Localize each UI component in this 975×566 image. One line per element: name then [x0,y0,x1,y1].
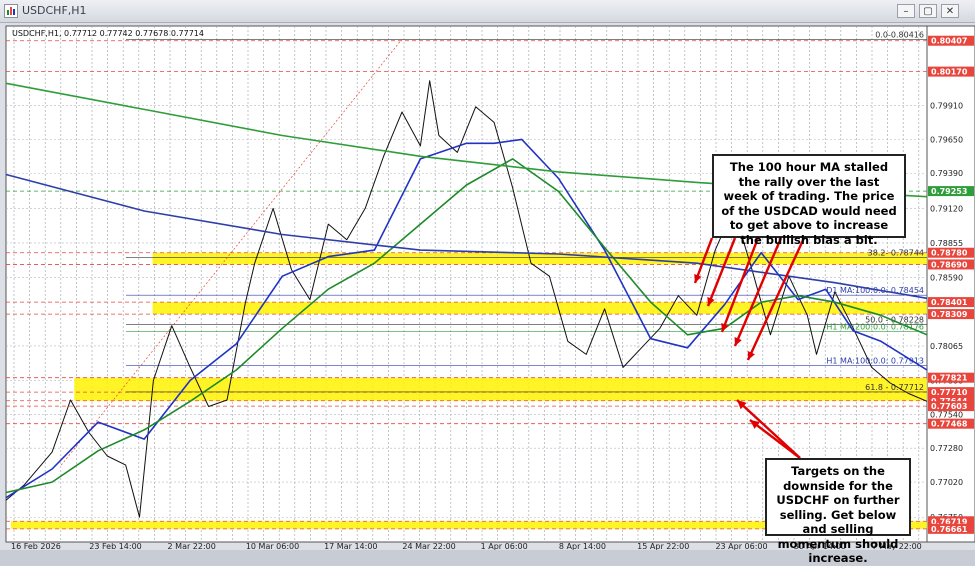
minimize-button[interactable]: – [897,4,915,18]
x-tick-label: 24 Mar 22:00 [402,542,455,550]
price-tag-label: 0.76661 [931,525,968,534]
x-tick-label: 23 Apr 06:00 [715,542,767,550]
level-label: 38.2- 0.78744 [868,248,924,257]
ohlc-readout: USDCHF,H1, 0.77712 0.77742 0.77678 0.777… [12,29,204,38]
y-tick-label: 0.77540 [930,410,963,419]
y-tick-label: 0.79390 [930,169,963,178]
level-label: D1 MA:100:0.0: 0.78454 [826,286,924,295]
chart-window: USDCHF,H1 – ▢ ✕ 16 Feb 2026 23 Feb 14:00 2… [0,0,975,565]
price-tag-label: 0.80170 [931,68,968,77]
window-title: USDCHF,H1 [22,4,87,17]
price-tag-label: 0.78401 [931,298,968,307]
x-tick-label: 17 Mar 14:00 [324,542,377,550]
price-tag-label: 0.78309 [931,310,968,319]
price-tag-label: 0.78780 [931,249,968,258]
price-tag-label: 0.77821 [931,374,968,383]
y-tick-label: 0.78855 [930,239,963,248]
chart-app-icon [4,4,18,18]
downside-targets-callout: Targets on the downside for the USDCHF o… [765,458,911,565]
support-resistance-zone [152,302,927,315]
level-label: 0.0-0.80416 [875,31,924,40]
price-tag-label: 0.78690 [931,260,968,269]
y-tick-label: 0.79650 [930,135,963,144]
y-tick-label: 0.77020 [930,478,963,487]
level-label: H1 MA:100:0.0: 0.77913 [826,357,924,366]
price-tag-label: 0.80407 [931,37,967,46]
close-button[interactable]: ✕ [941,4,959,18]
ma-stall-callout: The 100 hour MA stalled the rally over t… [712,154,906,247]
x-tick-label: 15 Apr 22:00 [637,542,689,550]
price-tag-label: 0.79253 [931,187,967,196]
x-tick-label: 1 Apr 06:00 [481,542,528,550]
price-tag-label: 0.77603 [931,402,967,411]
restore-button[interactable]: ▢ [919,4,937,18]
y-tick-label: 0.77280 [930,444,963,453]
title-bar: USDCHF,H1 – ▢ ✕ [0,0,975,23]
price-tag-label: 0.77468 [931,420,968,429]
x-tick-label: 23 Feb 14:00 [89,542,141,550]
x-tick-label: 16 Feb 2026 [11,542,61,550]
x-tick-label: 2 Mar 22:00 [168,542,216,550]
support-resistance-zone [74,377,928,401]
level-label: 61.8 - 0.77712 [865,383,924,392]
support-resistance-zone [152,252,927,265]
x-tick-label: 8 Apr 14:00 [559,542,606,550]
x-tick-label: 10 Mar 06:00 [246,542,299,550]
y-tick-label: 0.79120 [930,204,963,213]
y-tick-label: 0.78590 [930,273,963,282]
y-tick-label: 0.79910 [930,101,963,110]
y-tick-label: 0.78065 [930,342,963,351]
